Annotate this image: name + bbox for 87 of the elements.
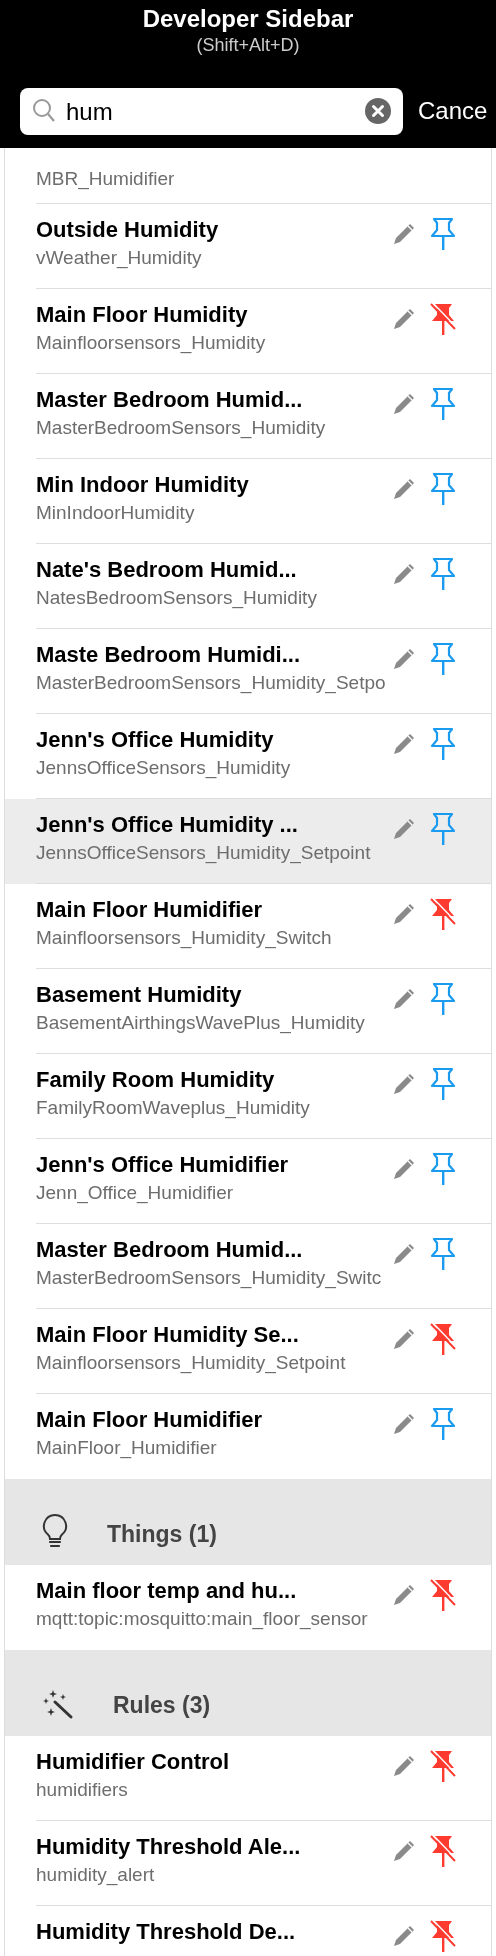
item-subtitle: mqtt:topic:mosquitto:main_floor_sensor [36, 1607, 369, 1632]
pin-icon[interactable] [429, 727, 457, 761]
pencil-icon[interactable] [391, 306, 417, 332]
pencil-icon[interactable] [391, 561, 417, 587]
pencil-icon[interactable] [391, 1582, 417, 1608]
item-title: Outside Humidity [36, 216, 220, 244]
crossed-pin-icon[interactable] [429, 1834, 457, 1868]
item-subtitle: JennsOfficeSensors_Humidity_Setpoint [36, 841, 372, 866]
crossed-pin-icon[interactable] [429, 1919, 457, 1953]
item-title: Jenn's Office Humidifier [36, 1151, 290, 1179]
item-subtitle: Mainfloorsensors_Humidity_Switch [36, 926, 333, 951]
item-title: Maste Bedroom Humidi... [36, 641, 302, 669]
pencil-icon[interactable] [391, 901, 417, 927]
item-title: Nate's Bedroom Humid... [36, 556, 298, 584]
pin-icon[interactable] [429, 1152, 457, 1186]
item-title: Humidity Threshold De... [36, 1918, 297, 1946]
pencil-icon[interactable] [391, 391, 417, 417]
pencil-icon[interactable] [391, 1411, 417, 1437]
item-subtitle: BasementAirthingsWavePlus_Humidity [36, 1011, 366, 1036]
pencil-icon[interactable] [391, 1753, 417, 1779]
item-subtitle: Jenn_Office_Humidifier [36, 1181, 235, 1206]
item-subtitle: humidity_alert [36, 1863, 156, 1888]
pencil-icon[interactable] [391, 1071, 417, 1097]
item-title: Basement Humidity [36, 981, 243, 1009]
item-subtitle: Mainfloorsensors_Humidity_Setpoint [36, 1351, 347, 1376]
item-subtitle: MBR_Humidifier [36, 167, 176, 192]
item-title: Master Bedroom Humid... [36, 1236, 304, 1264]
shortcut-hint: (Shift+Alt+D) [195, 34, 301, 56]
item-title: Humidity Threshold Ale... [36, 1833, 302, 1861]
item-title: Main Floor Humidifier [36, 896, 264, 924]
item-subtitle: MasterBedroomSensors_Humidity_Setpo [36, 671, 387, 696]
item-subtitle: humidifiers [36, 1778, 129, 1802]
pin-icon[interactable] [429, 217, 457, 251]
item-title: Main Floor Humidifier [36, 1406, 264, 1434]
item-title: Jenn's Office Humidity ... [36, 811, 299, 839]
pin-icon[interactable] [429, 1237, 457, 1271]
item-subtitle: vWeather_Humidity [36, 246, 203, 271]
pencil-icon[interactable] [391, 1838, 417, 1864]
section-title: Rules (3) [113, 1691, 211, 1720]
pencil-icon[interactable] [391, 221, 417, 247]
pencil-icon[interactable] [391, 1326, 417, 1352]
item-subtitle: Mainfloorsensors_Humidity [36, 331, 267, 356]
pin-icon[interactable] [429, 982, 457, 1016]
pin-icon[interactable] [429, 1067, 457, 1101]
pin-icon[interactable] [429, 1407, 457, 1441]
crossed-pin-icon[interactable] [429, 1322, 457, 1356]
item-title: Master Bedroom Humid... [36, 386, 304, 414]
pencil-icon[interactable] [391, 1156, 417, 1182]
search-field[interactable]: hum [20, 88, 403, 135]
item-title: Jenn's Office Humidity [36, 726, 275, 754]
pencil-icon[interactable] [391, 731, 417, 757]
crossed-pin-icon[interactable] [429, 1578, 457, 1612]
magic-wand-icon [41, 1688, 75, 1720]
pin-icon[interactable] [429, 812, 457, 846]
pencil-icon[interactable] [391, 646, 417, 672]
item-subtitle: NatesBedroomSensors_Humidity [36, 586, 318, 611]
item-title: Min Indoor Humidity [36, 471, 250, 499]
lightbulb-icon [41, 1513, 69, 1549]
clear-icon[interactable] [365, 98, 391, 124]
item-subtitle: MasterBedroomSensors_Humidity_Switc [36, 1266, 383, 1291]
item-subtitle: MasterBedroomSensors_Humidity [36, 416, 327, 441]
item-title: Family Room Humidity [36, 1066, 276, 1094]
crossed-pin-icon[interactable] [429, 1749, 457, 1783]
pencil-icon[interactable] [391, 476, 417, 502]
item-subtitle: MinIndoorHumidity [36, 501, 196, 525]
pin-icon[interactable] [429, 642, 457, 676]
item-title: Main floor temp and hu... [36, 1577, 298, 1605]
pin-icon[interactable] [429, 387, 457, 421]
crossed-pin-icon[interactable] [429, 302, 457, 336]
pencil-icon[interactable] [391, 816, 417, 842]
list-item[interactable]: Jenn's Office Humidity ... JennsOfficeSensors_Humidity_Setpoint [5, 799, 491, 884]
crossed-pin-icon[interactable] [429, 897, 457, 931]
sidebar-title: Developer Sidebar [141, 4, 355, 34]
item-title: Humidifier Control [36, 1748, 231, 1776]
pencil-icon[interactable] [391, 1241, 417, 1267]
pin-icon[interactable] [429, 472, 457, 506]
pencil-icon[interactable] [391, 986, 417, 1012]
item-subtitle: JennsOfficeSensors_Humidity [36, 756, 292, 781]
search-icon [32, 98, 56, 124]
item-title: Main Floor Humidity Se... [36, 1321, 300, 1349]
pin-icon[interactable] [429, 557, 457, 591]
item-title: Main Floor Humidity [36, 301, 249, 329]
item-subtitle: MainFloor_Humidifier [36, 1436, 218, 1461]
pencil-icon[interactable] [391, 1923, 417, 1949]
section-title: Things (1) [107, 1520, 217, 1549]
cancel-button[interactable]: Cance [418, 93, 488, 129]
item-subtitle: FamilyRoomWaveplus_Humidity [36, 1096, 311, 1121]
